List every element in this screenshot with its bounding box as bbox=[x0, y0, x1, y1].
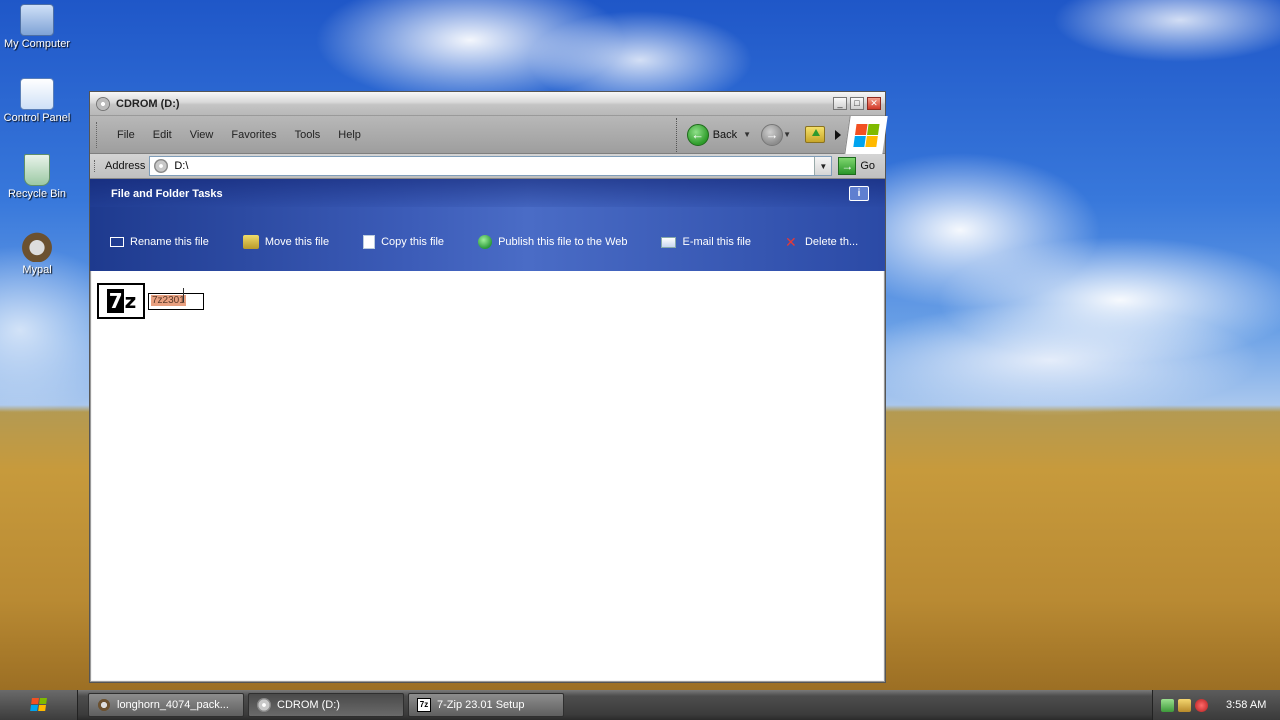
task-email-file[interactable]: E-mail this file bbox=[661, 235, 751, 249]
address-field[interactable]: D:\ ▼ bbox=[149, 156, 833, 176]
task-label: Copy this file bbox=[381, 236, 445, 248]
menu-toolbar-row: File Edit View Favorites Tools Help ← Ba… bbox=[90, 115, 888, 154]
globe-icon bbox=[478, 235, 493, 249]
taskbar-button-label: CDROM (D:) bbox=[277, 699, 340, 711]
desktop-icon-my-computer[interactable]: My Computer bbox=[0, 4, 74, 50]
windows-logo-icon bbox=[844, 115, 888, 154]
task-delete-file[interactable]: ✕ Delete th... bbox=[785, 235, 858, 249]
back-button[interactable]: ← Back bbox=[686, 123, 738, 146]
file-list-area[interactable]: 7 z 7z2301 bbox=[92, 271, 883, 680]
chevron-right-icon[interactable] bbox=[835, 129, 841, 140]
mypal-icon bbox=[20, 230, 54, 262]
menu-favorites[interactable]: Favorites bbox=[231, 129, 276, 141]
copy-icon bbox=[363, 235, 376, 249]
cd-drive-icon bbox=[154, 159, 169, 173]
menu-edit[interactable]: Edit bbox=[153, 129, 172, 141]
task-copy-file[interactable]: Copy this file bbox=[363, 235, 444, 249]
explorer-window: CDROM (D:) _ □ ✕ File Edit View Favorite… bbox=[89, 91, 888, 683]
menu-help[interactable]: Help bbox=[338, 129, 361, 141]
taskbar-button-label: longhorn_4074_pack... bbox=[117, 699, 229, 711]
back-dropdown-icon[interactable]: ▼ bbox=[743, 130, 751, 139]
close-button[interactable]: ✕ bbox=[867, 97, 881, 110]
email-icon bbox=[661, 236, 677, 248]
task-list: Rename this file Move this file Copy thi… bbox=[110, 235, 892, 249]
icon-text-seven: 7 bbox=[106, 289, 124, 313]
7zip-archive-icon[interactable]: 7 z bbox=[97, 283, 145, 319]
rename-icon bbox=[110, 237, 124, 247]
taskbar-button-longhorn[interactable]: longhorn_4074_pack... bbox=[88, 693, 244, 717]
menu-file[interactable]: File bbox=[117, 129, 135, 141]
task-label: Delete th... bbox=[804, 236, 859, 248]
recycle-bin-icon bbox=[24, 154, 50, 186]
menu-bar: File Edit View Favorites Tools Help bbox=[96, 121, 676, 148]
back-label: Back bbox=[712, 128, 738, 141]
forward-button[interactable]: → bbox=[761, 123, 784, 146]
file-folder-tasks-panel: File and Folder Tasks i Rename this file… bbox=[90, 179, 885, 271]
clock[interactable]: 3:58 AM bbox=[1226, 699, 1266, 711]
task-rename-file[interactable]: Rename this file bbox=[110, 235, 209, 249]
task-label: Publish this file to the Web bbox=[498, 236, 628, 248]
7zip-icon: 7z bbox=[417, 698, 431, 712]
toolbar: ← Back ▼ → ▼ bbox=[675, 115, 888, 154]
address-value[interactable]: D:\ bbox=[174, 160, 814, 172]
text-cursor-icon bbox=[183, 287, 184, 302]
desktop-icon-recycle-bin[interactable]: Recycle Bin bbox=[0, 154, 74, 200]
go-button[interactable]: → Go bbox=[838, 157, 881, 175]
taskbar-button-label: 7-Zip 23.01 Setup bbox=[437, 699, 525, 711]
title-bar[interactable]: CDROM (D:) _ □ ✕ bbox=[90, 92, 885, 116]
taskbar: longhorn_4074_pack... CDROM (D:) 7z 7-Zi… bbox=[0, 690, 1280, 720]
menu-view[interactable]: View bbox=[190, 129, 214, 141]
forward-dropdown-icon[interactable]: ▼ bbox=[783, 130, 791, 139]
window-title: CDROM (D:) bbox=[116, 97, 180, 110]
start-button[interactable] bbox=[0, 690, 78, 720]
folder-up-icon[interactable] bbox=[805, 126, 825, 143]
mypal-icon bbox=[97, 698, 111, 712]
desktop-icon-mypal[interactable]: Mypal bbox=[0, 230, 74, 276]
info-icon[interactable]: i bbox=[849, 186, 869, 201]
desktop-icon-control-panel[interactable]: Control Panel bbox=[0, 78, 74, 124]
taskbar-button-7zip-setup[interactable]: 7z 7-Zip 23.01 Setup bbox=[408, 693, 564, 717]
address-label: Address bbox=[94, 160, 149, 172]
task-label: Move this file bbox=[264, 236, 330, 248]
rename-selected-text: 7z2301 bbox=[151, 294, 186, 306]
computer-icon bbox=[20, 4, 54, 36]
go-label: Go bbox=[860, 160, 875, 172]
delete-x-icon: ✕ bbox=[784, 234, 797, 250]
back-arrow-icon: ← bbox=[686, 123, 709, 146]
rename-input[interactable]: 7z2301 bbox=[148, 287, 204, 310]
chevron-down-icon[interactable]: ▼ bbox=[814, 157, 832, 175]
control-panel-icon bbox=[20, 78, 54, 110]
security-shield-icon[interactable] bbox=[1195, 698, 1208, 712]
menu-tools[interactable]: Tools bbox=[295, 129, 321, 141]
maximize-button[interactable]: □ bbox=[850, 97, 864, 110]
minimize-button[interactable]: _ bbox=[833, 97, 847, 110]
task-label: E-mail this file bbox=[682, 236, 751, 248]
tasks-header: File and Folder Tasks bbox=[111, 188, 223, 200]
move-folder-icon bbox=[242, 235, 259, 249]
address-bar: Address D:\ ▼ → Go bbox=[90, 154, 885, 179]
cd-drive-icon bbox=[257, 698, 271, 712]
taskbar-button-cdrom[interactable]: CDROM (D:) bbox=[248, 693, 404, 717]
task-move-file[interactable]: Move this file bbox=[242, 235, 330, 249]
desktop-icon-label: My Computer bbox=[3, 38, 71, 50]
go-arrow-icon: → bbox=[838, 157, 857, 175]
desktop-icon-label: Recycle Bin bbox=[7, 188, 67, 200]
windows-flag-icon bbox=[29, 698, 48, 712]
icon-text-z: z bbox=[124, 289, 137, 313]
cd-drive-icon bbox=[96, 96, 110, 111]
desktop-icon-label: Control Panel bbox=[3, 112, 71, 124]
task-label: Rename this file bbox=[130, 236, 209, 248]
system-tray: 3:58 AM bbox=[1152, 690, 1280, 720]
task-publish-web[interactable]: Publish this file to the Web bbox=[478, 235, 627, 249]
taskbar-buttons: longhorn_4074_pack... CDROM (D:) 7z 7-Zi… bbox=[88, 693, 564, 717]
speaker-icon[interactable] bbox=[1178, 698, 1191, 712]
network-icon[interactable] bbox=[1161, 698, 1174, 712]
forward-arrow-icon: → bbox=[761, 123, 784, 146]
file-item-7zip[interactable]: 7 z 7z2301 bbox=[97, 283, 204, 319]
desktop-icon-label: Mypal bbox=[22, 264, 52, 276]
